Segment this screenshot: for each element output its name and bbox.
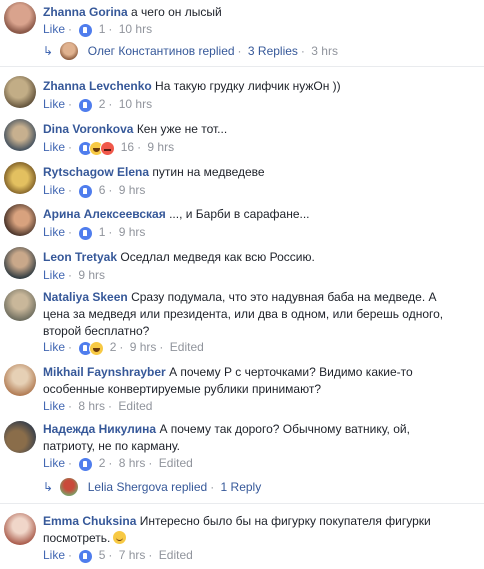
reactions[interactable] [78, 141, 116, 156]
haha-reaction-icon [89, 341, 105, 356]
timestamp[interactable]: 3 hrs [311, 44, 338, 58]
comment-text: Кен уже не тот... [136, 122, 228, 136]
like-reaction-icon [78, 549, 94, 564]
like-reaction-icon [78, 23, 94, 38]
comment-author[interactable]: Dina Voronkova [43, 122, 133, 136]
like-reaction-icon [78, 457, 94, 472]
comment-text: На такую грудку лифчик нужОн )) [155, 79, 341, 93]
comment-author[interactable]: Арина Алексеевская [43, 207, 166, 221]
comment-author[interactable]: Emma Chuksina [43, 514, 136, 528]
like-button[interactable]: Like [43, 340, 65, 354]
comment: Mikhail Faynshrayber А почему Р с черточ… [0, 362, 484, 414]
timestamp[interactable]: 9 hrs [78, 268, 105, 282]
reaction-count[interactable]: 16 [121, 140, 134, 154]
comment-author[interactable]: Leon Tretyak [43, 250, 117, 264]
timestamp[interactable]: 8 hrs [78, 399, 105, 413]
timestamp[interactable]: 10 hrs [119, 97, 152, 111]
reply-count[interactable]: 3 Replies [248, 44, 298, 58]
reactions[interactable] [78, 341, 105, 356]
avatar[interactable] [4, 289, 36, 321]
comment-author[interactable]: Надежда Никулина [43, 422, 156, 436]
avatar[interactable] [4, 76, 36, 108]
reactions[interactable] [78, 23, 94, 38]
comment-author[interactable]: Zhanna Levchenko [43, 79, 152, 93]
like-button[interactable]: Like [43, 548, 65, 562]
timestamp[interactable]: 8 hrs [119, 456, 146, 470]
replied-label[interactable]: replied [199, 44, 235, 58]
comment: Leon Tretyak Оседлал медведя как всю Рос… [0, 245, 484, 285]
edited-label[interactable]: Edited [118, 399, 152, 413]
comment-text: Оседлал медведя как всю Россию. [120, 250, 315, 264]
like-button[interactable]: Like [43, 225, 65, 239]
avatar[interactable] [4, 247, 36, 279]
avatar[interactable] [4, 513, 36, 545]
like-reaction-icon [78, 226, 94, 241]
divider [0, 503, 484, 504]
timestamp[interactable]: 9 hrs [119, 225, 146, 239]
avatar [60, 478, 79, 496]
comment: Арина Алексеевская ..., и Барби в сарафа… [0, 202, 484, 242]
avatar[interactable] [4, 204, 36, 236]
comment-author[interactable]: Rytschagow Elena [43, 165, 149, 179]
replies-summary[interactable]: ↳ Олег Константинов replied · 3 Replies · … [43, 40, 338, 62]
timestamp[interactable]: 9 hrs [130, 340, 157, 354]
avatar[interactable] [4, 162, 36, 194]
timestamp[interactable]: 9 hrs [119, 183, 146, 197]
timestamp[interactable]: 10 hrs [119, 22, 152, 36]
avatar[interactable] [4, 2, 36, 34]
comment-text: путин на медведеве [152, 165, 265, 179]
like-button[interactable]: Like [43, 140, 65, 154]
angry-reaction-icon [100, 141, 116, 156]
reactions[interactable] [78, 549, 94, 564]
edited-label[interactable]: Edited [170, 340, 204, 354]
like-button[interactable]: Like [43, 268, 65, 282]
comment-text: а чего он лысый [131, 5, 222, 19]
replied-label[interactable]: replied [171, 480, 207, 494]
comment-author[interactable]: Nataliya Skeen [43, 290, 128, 304]
reactions[interactable] [78, 457, 94, 472]
like-button[interactable]: Like [43, 97, 65, 111]
reply-author[interactable]: Олег Константинов [88, 44, 195, 58]
edited-label[interactable]: Edited [159, 456, 193, 470]
reply-arrow-icon: ↳ [43, 480, 54, 494]
comment-author[interactable]: Mikhail Faynshrayber [43, 365, 166, 379]
comment: Emma Chuksina Интересно было бы на фигур… [0, 511, 484, 567]
like-reaction-icon [78, 184, 94, 199]
avatar[interactable] [4, 119, 36, 151]
avatar[interactable] [4, 364, 36, 396]
comment: Zhanna Levchenko На такую грудку лифчик … [0, 74, 484, 114]
like-button[interactable]: Like [43, 183, 65, 197]
replies-summary[interactable]: ↳ Lelia Shergova replied · 1 Reply [43, 476, 261, 498]
like-button[interactable]: Like [43, 399, 65, 413]
comment: Nataliya Skeen Сразу подумала, что это н… [0, 287, 484, 359]
like-reaction-icon [78, 98, 94, 113]
comment: Dina Voronkova Кен уже не тот... Like · 1… [0, 117, 484, 157]
reactions[interactable] [78, 98, 94, 113]
reply-author[interactable]: Lelia Shergova [88, 480, 168, 494]
like-button[interactable]: Like [43, 22, 65, 36]
comment-author[interactable]: Zhanna Gorina [43, 5, 128, 19]
edited-label[interactable]: Edited [159, 548, 193, 562]
timestamp[interactable]: 9 hrs [147, 140, 174, 154]
timestamp[interactable]: 7 hrs [119, 548, 146, 562]
avatar[interactable] [4, 421, 36, 453]
comment: Zhanna Gorina а чего он лысый Like · 1 · 1… [0, 0, 484, 40]
comment: Надежда Никулина А почему так дорого? Об… [0, 419, 484, 472]
like-button[interactable]: Like [43, 456, 65, 470]
comment-text: ..., и Барби в сарафане... [169, 207, 310, 221]
reply-count[interactable]: 1 Reply [221, 480, 262, 494]
reactions[interactable] [78, 226, 94, 241]
reactions[interactable] [78, 184, 94, 199]
avatar [60, 42, 79, 60]
reply-arrow-icon: ↳ [43, 44, 54, 58]
smile-emoji-icon [113, 531, 127, 544]
comment: Rytschagow Elena путин на медведеве Like… [0, 160, 484, 200]
divider [0, 66, 484, 67]
